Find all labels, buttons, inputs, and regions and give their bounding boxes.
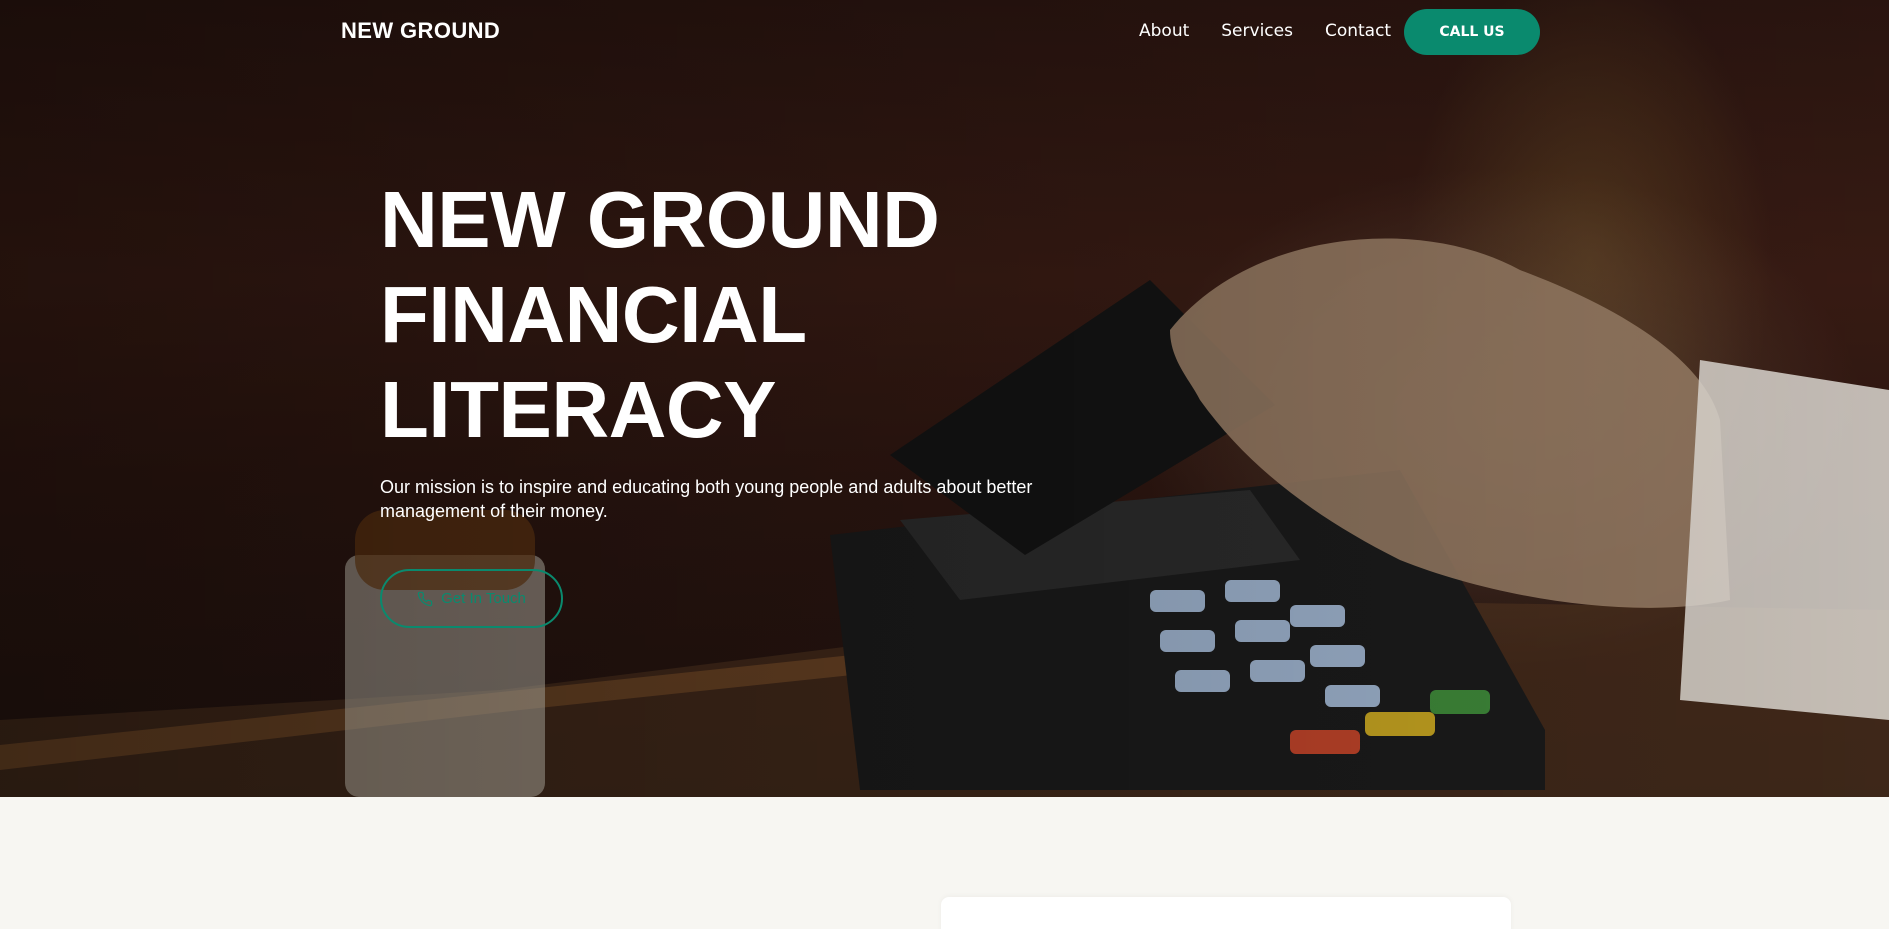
- top-navbar: NEW GROUND About Services Contact CALL U…: [0, 0, 1889, 64]
- content-card: [941, 897, 1511, 929]
- phone-icon: [417, 591, 433, 606]
- mission-text: Our mission is to inspire and educating …: [380, 477, 1033, 521]
- get-in-touch-label: Get In Touch: [441, 590, 526, 607]
- hero-section: NEW GROUND About Services Contact CALL U…: [0, 0, 1889, 797]
- headline-line-1: NEW GROUND: [380, 175, 940, 264]
- content-section: [0, 797, 1889, 929]
- site-logo[interactable]: NEW GROUND: [341, 18, 500, 44]
- headline-line-3: LITERACY: [380, 365, 777, 454]
- nav-link-contact[interactable]: Contact: [1325, 21, 1391, 41]
- get-in-touch-button[interactable]: Get In Touch: [380, 569, 563, 628]
- nav-link-services[interactable]: Services: [1221, 21, 1293, 41]
- nav-links: About Services Contact: [1139, 21, 1423, 41]
- call-us-button[interactable]: CALL US: [1404, 9, 1540, 55]
- hero-headline: NEW GROUND FINANCIAL LITERACY: [380, 172, 1080, 457]
- headline-line-2: FINANCIAL: [380, 270, 807, 359]
- nav-link-about[interactable]: About: [1139, 21, 1189, 41]
